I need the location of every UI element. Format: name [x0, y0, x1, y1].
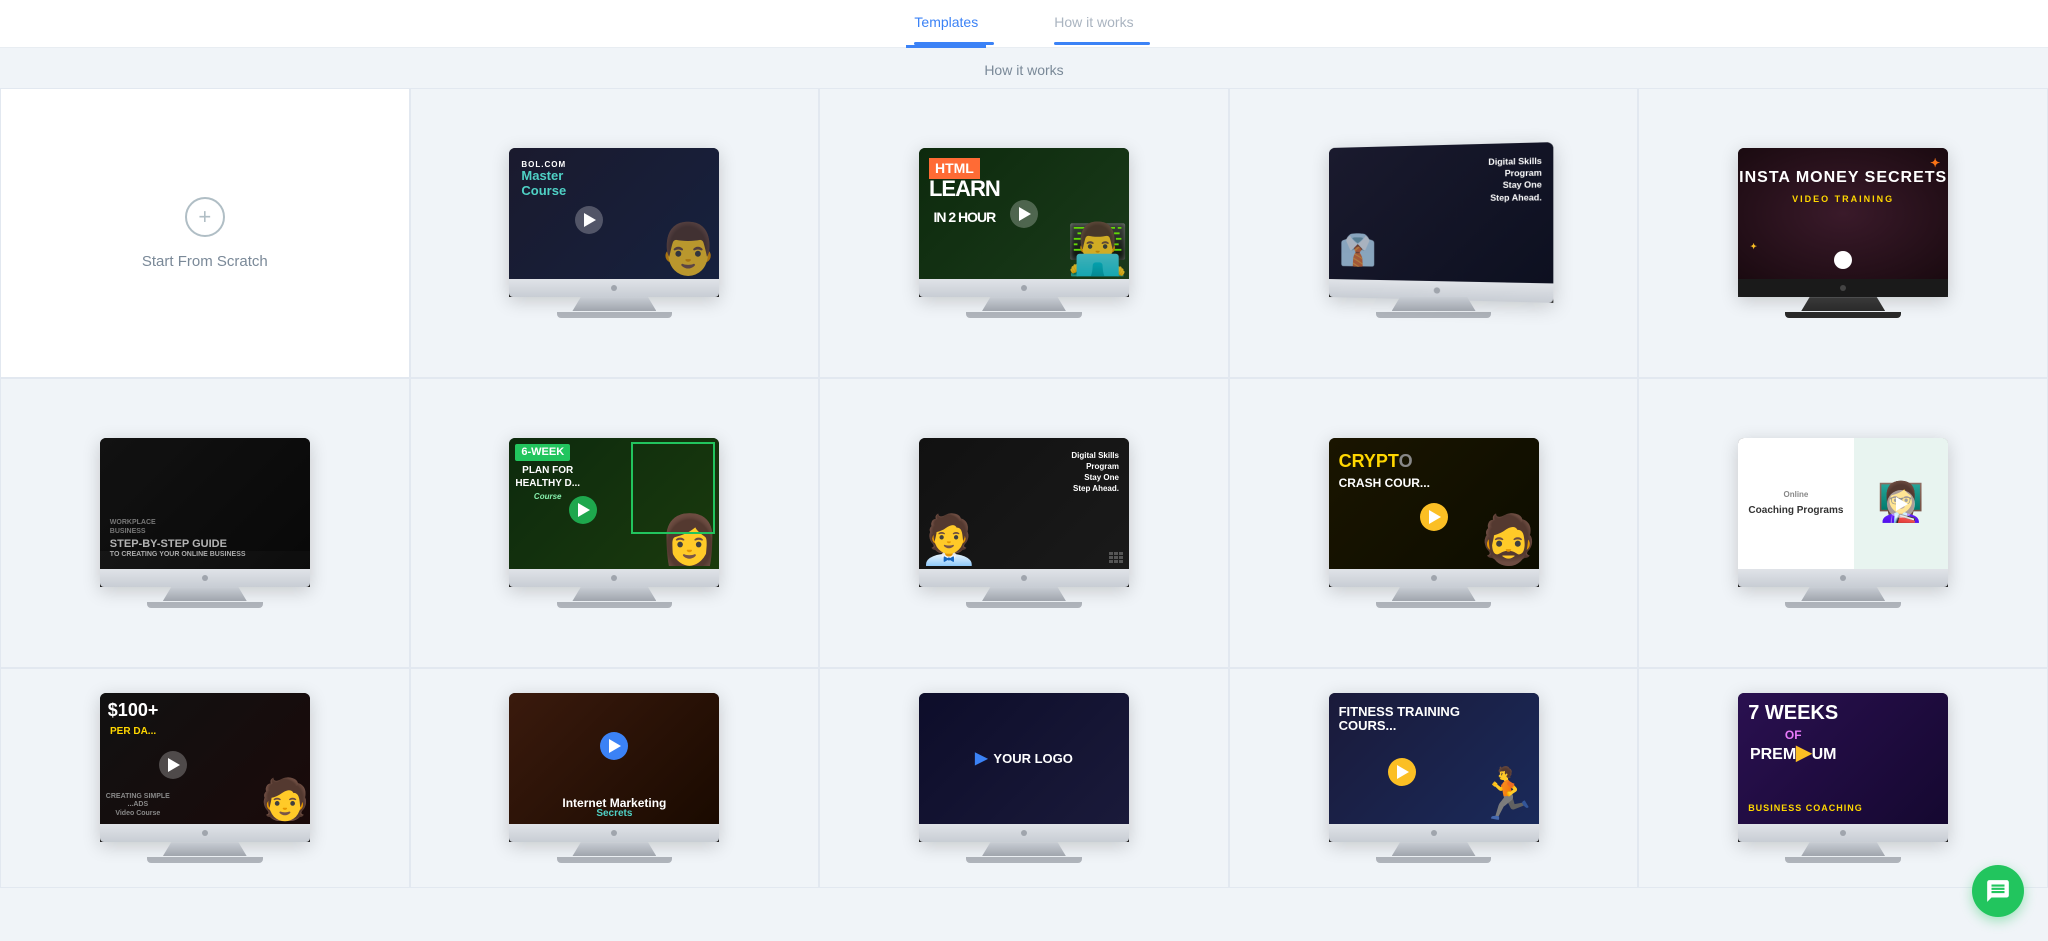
coaching-title-text: Coaching Programs	[1746, 504, 1846, 517]
template-cell-digital1[interactable]: Digital SkillsProgramStay OneStep Ahead.…	[1229, 88, 1639, 378]
template-cell-insta[interactable]: INSTA MONEY SECRETS VIDEO TRAINING ✦ ✦	[1638, 88, 2048, 378]
top-navigation: Templates How it works	[0, 0, 2048, 48]
template-cell-bol[interactable]: BOL.COM MasterCourse 👨	[410, 88, 820, 378]
monitor-coaching: Online Coaching Programs 👩‍🏫	[1738, 438, 1948, 608]
monitor-100plus: $100+PER DA... 🧑 CREATING SIMPLE...ADSVi…	[100, 693, 310, 863]
monitor-crypto: CRYPTO CRASH COUR... 🧔	[1329, 438, 1539, 608]
screen-bol: BOL.COM MasterCourse 👨	[509, 148, 719, 297]
screen-digital1: Digital SkillsProgramStay OneStep Ahead.…	[1329, 142, 1553, 303]
template-cell-internet[interactable]: Internet Marketing Secrets	[410, 668, 820, 888]
template-cell-html[interactable]: HTML LEARNIN 2 HOUR 👨‍💻	[819, 88, 1229, 378]
tab-first-label: Templates	[914, 14, 978, 30]
template-grid: + Start From Scratch BOL.COM MasterCours…	[0, 88, 2048, 888]
monitor-yourlogo: ▶ YOUR LOGO	[919, 693, 1129, 863]
screen-fitness: FITNESS TRAININGCOURS... 🏃	[1329, 693, 1539, 842]
how-it-works-text: How it works	[984, 62, 1063, 78]
how-it-works-bar: How it works	[0, 48, 2048, 88]
start-scratch-label: Start From Scratch	[142, 253, 268, 270]
screen-crypto: CRYPTO CRASH COUR... 🧔	[1329, 438, 1539, 587]
screen-digital2: Digital SkillsProgramStay OneStep Ahead.…	[919, 438, 1129, 587]
template-cell-digital2[interactable]: Digital SkillsProgramStay OneStep Ahead.…	[819, 378, 1229, 668]
screen-6week: 6-WEEK PLAN FORHEALTHY D...Course 👩	[509, 438, 719, 587]
tab-how-it-works[interactable]: How it works	[1046, 0, 1141, 48]
tab-first[interactable]: Templates	[906, 0, 986, 48]
screen-insta: INSTA MONEY SECRETS VIDEO TRAINING ✦ ✦	[1738, 148, 1948, 297]
monitor-6week: 6-WEEK PLAN FORHEALTHY D...Course 👩	[509, 438, 719, 608]
screen-internet: Internet Marketing Secrets	[509, 693, 719, 842]
screen-coaching: Online Coaching Programs 👩‍🏫	[1738, 438, 1948, 587]
screen-yourlogo: ▶ YOUR LOGO	[919, 693, 1129, 842]
start-from-scratch-cell[interactable]: + Start From Scratch	[0, 88, 410, 378]
monitor-digital1: Digital SkillsProgramStay OneStep Ahead.…	[1329, 148, 1539, 318]
plus-icon: +	[185, 197, 225, 237]
template-cell-crypto[interactable]: CRYPTO CRASH COUR... 🧔	[1229, 378, 1639, 668]
template-cell-step[interactable]: WORKPLACEBUSINESS STEP-BY-STEP GUIDE TO …	[0, 378, 410, 668]
screen-html: HTML LEARNIN 2 HOUR 👨‍💻	[919, 148, 1129, 297]
chat-icon	[1985, 878, 2011, 904]
template-cell-yourlogo[interactable]: ▶ YOUR LOGO	[819, 668, 1229, 888]
screen-7weeks: 7 WEEKSOFPREM▶UM BUSINESS COACHING	[1738, 693, 1948, 842]
template-cell-coaching[interactable]: Online Coaching Programs 👩‍🏫	[1638, 378, 2048, 668]
screen-100plus: $100+PER DA... 🧑 CREATING SIMPLE...ADSVi…	[100, 693, 310, 842]
monitor-step: WORKPLACEBUSINESS STEP-BY-STEP GUIDE TO …	[100, 438, 310, 608]
monitor-7weeks: 7 WEEKSOFPREM▶UM BUSINESS COACHING	[1738, 693, 1948, 863]
monitor-fitness: FITNESS TRAININGCOURS... 🏃	[1329, 693, 1539, 863]
monitor-insta: INSTA MONEY SECRETS VIDEO TRAINING ✦ ✦	[1738, 148, 1948, 318]
monitor-internet: Internet Marketing Secrets	[509, 693, 719, 863]
tab-how-it-works-label: How it works	[1054, 14, 1133, 30]
template-cell-fitness[interactable]: FITNESS TRAININGCOURS... 🏃	[1229, 668, 1639, 888]
monitor-bol: BOL.COM MasterCourse 👨	[509, 148, 719, 318]
chat-button[interactable]	[1972, 865, 2024, 917]
monitor-html: HTML LEARNIN 2 HOUR 👨‍💻	[919, 148, 1129, 318]
screen-step: WORKPLACEBUSINESS STEP-BY-STEP GUIDE TO …	[100, 438, 310, 587]
monitor-digital2: Digital SkillsProgramStay OneStep Ahead.…	[919, 438, 1129, 608]
template-cell-100plus[interactable]: $100+PER DA... 🧑 CREATING SIMPLE...ADSVi…	[0, 668, 410, 888]
template-cell-7weeks[interactable]: 7 WEEKSOFPREM▶UM BUSINESS COACHING	[1638, 668, 2048, 888]
template-cell-6week[interactable]: 6-WEEK PLAN FORHEALTHY D...Course 👩	[410, 378, 820, 668]
